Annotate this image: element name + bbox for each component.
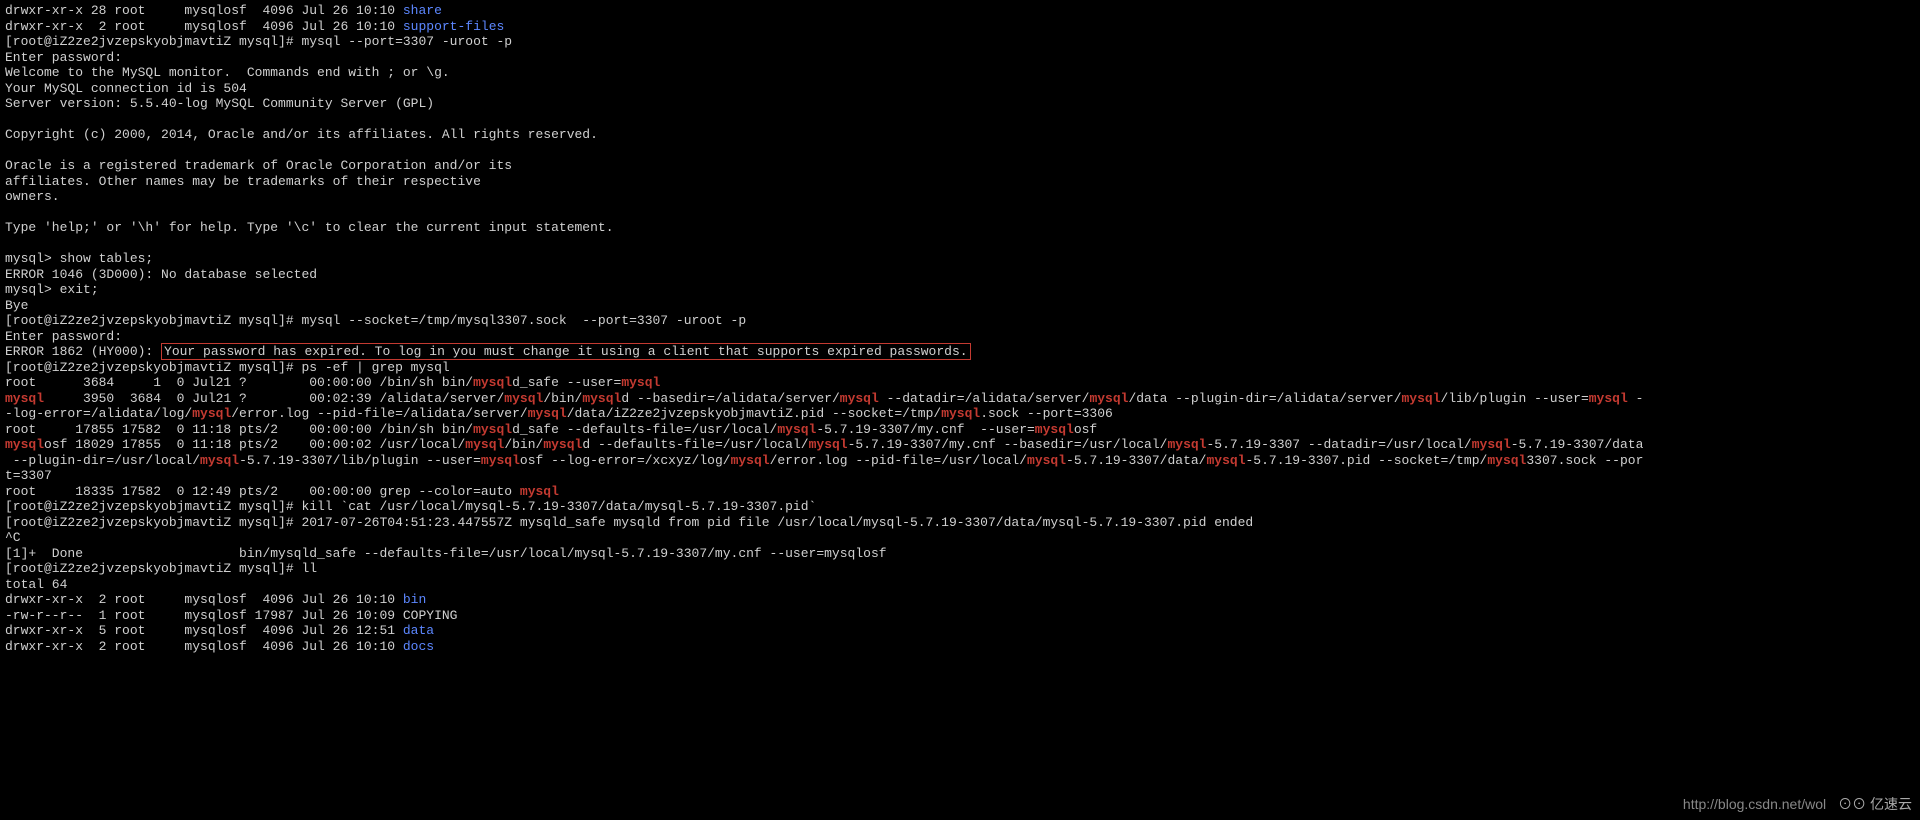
error-highlight: ERROR 1862 (HY000): Your password has ex… [5, 343, 971, 360]
watermark-logo: ⊙⊙ 亿速云 [1838, 797, 1912, 813]
text-line: owners. [5, 189, 60, 204]
text-line: Enter password: [5, 50, 130, 65]
ls-line: drwxr-xr-x 2 root mysqlosf 4096 Jul 26 1… [5, 639, 434, 654]
text-line: Type 'help;' or '\h' for help. Type '\c'… [5, 220, 614, 235]
text-line: Enter password: [5, 329, 130, 344]
terminal-output: drwxr-xr-x 28 root mysqlosf 4096 Jul 26 … [0, 0, 1920, 657]
ps-line: root 3684 1 0 Jul21 ? 00:00:00 /bin/sh b… [5, 375, 660, 390]
dir-name: share [403, 3, 442, 18]
shell-prompt: [root@iZ2ze2jvzepskyobjmavtiZ mysql]# ps… [5, 360, 450, 375]
text-line: [1]+ Done bin/mysqld_safe --defaults-fil… [5, 546, 887, 561]
ps-line: mysqlosf 18029 17855 0 11:18 pts/2 00:00… [5, 437, 1643, 452]
dir-name: support-files [403, 19, 504, 34]
shell-prompt: [root@iZ2ze2jvzepskyobjmavtiZ mysql]# my… [5, 313, 746, 328]
ps-line: root 17855 17582 0 11:18 pts/2 00:00:00 … [5, 422, 1097, 437]
ps-line: root 18335 17582 0 12:49 pts/2 00:00:00 … [5, 484, 559, 499]
error-line: ERROR 1046 (3D000): No database selected [5, 267, 317, 282]
shell-prompt: [root@iZ2ze2jvzepskyobjmavtiZ mysql]# ki… [5, 499, 816, 514]
ls-line: -rw-r--r-- 1 root mysqlosf 17987 Jul 26 … [5, 608, 457, 623]
ls-line: drwxr-xr-x 2 root mysqlosf 4096 Jul 26 1… [5, 19, 504, 34]
text-line: Oracle is a registered trademark of Orac… [5, 158, 512, 173]
text-line: Welcome to the MySQL monitor. Commands e… [5, 65, 450, 80]
text-line: Copyright (c) 2000, 2014, Oracle and/or … [5, 127, 598, 142]
ps-line: t=3307 [5, 468, 52, 483]
text-line: Your MySQL connection id is 504 [5, 81, 247, 96]
ls-line: drwxr-xr-x 5 root mysqlosf 4096 Jul 26 1… [5, 623, 434, 638]
shell-prompt: [root@iZ2ze2jvzepskyobjmavtiZ mysql]# 20… [5, 515, 1253, 530]
shell-prompt: [root@iZ2ze2jvzepskyobjmavtiZ mysql]# my… [5, 34, 512, 49]
mysql-prompt: mysql> exit; [5, 282, 99, 297]
error-message-box: Your password has expired. To log in you… [161, 343, 971, 360]
ps-line: mysql 3950 3684 0 Jul21 ? 00:02:39 /alid… [5, 391, 1643, 406]
watermark: http://blog.csdn.net/wol ⊙⊙ 亿速云 [1492, 790, 1920, 820]
watermark-url: http://blog.csdn.net/wol [1683, 797, 1826, 813]
text-line: total 64 [5, 577, 67, 592]
ls-line: drwxr-xr-x 28 root mysqlosf 4096 Jul 26 … [5, 3, 442, 18]
mysql-prompt: mysql> show tables; [5, 251, 153, 266]
text-line: Bye [5, 298, 28, 313]
shell-prompt: [root@iZ2ze2jvzepskyobjmavtiZ mysql]# ll [5, 561, 317, 576]
ls-line: drwxr-xr-x 2 root mysqlosf 4096 Jul 26 1… [5, 592, 426, 607]
text-line: Server version: 5.5.40-log MySQL Communi… [5, 96, 434, 111]
ps-line: --plugin-dir=/usr/local/mysql-5.7.19-330… [5, 453, 1643, 468]
text-line: ^C [5, 530, 21, 545]
text-line: affiliates. Other names may be trademark… [5, 174, 481, 189]
ps-line: -log-error=/alidata/log/mysql/error.log … [5, 406, 1113, 421]
